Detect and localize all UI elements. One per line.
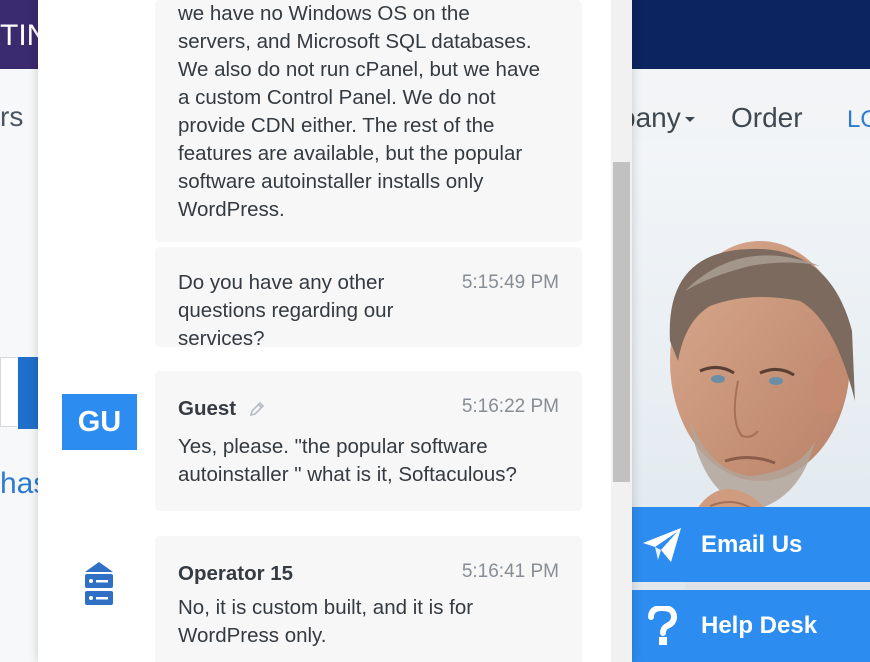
paper-plane-icon: [623, 526, 701, 564]
domain-search-input[interactable]: [0, 357, 17, 427]
message-line: software autoinstaller installs only: [178, 170, 484, 193]
chat-message: Do you have any other questions regardin…: [155, 247, 582, 350]
message-line: we have no Windows OS on the: [178, 2, 470, 25]
chat-message: Guest 5:16:22 PM Yes, please. "the popul…: [155, 371, 582, 511]
message-line: servers, and Microsoft SQL databases.: [178, 30, 532, 53]
message-text: Yes, please. "the popular software autoi…: [178, 435, 517, 486]
help-desk-button[interactable]: Help Desk: [623, 590, 870, 662]
site-logo[interactable]: TIN: [0, 0, 40, 69]
chat-message: Operator 15 5:16:41 PM No, it is custom …: [155, 536, 582, 662]
author-name: Guest: [178, 397, 237, 420]
author-name: Operator 15: [178, 562, 294, 585]
chat-message: we have no Windows OS on the servers, an…: [155, 0, 582, 242]
message-timestamp: 5:15:49 PM: [461, 272, 559, 293]
chat-panel: we have no Windows OS on the servers, an…: [38, 0, 632, 662]
site-content-left: rs has: [0, 69, 40, 662]
message-author: Guest: [178, 395, 266, 423]
email-us-label: Email Us: [701, 530, 803, 558]
hero-man-photo: [630, 141, 870, 662]
message-line: WordPress.: [178, 198, 285, 221]
guest-avatar: GU: [62, 394, 137, 450]
pencil-icon[interactable]: [248, 400, 266, 418]
nav-item-order[interactable]: Order: [731, 102, 803, 134]
nav-item-login[interactable]: LO: [847, 106, 870, 134]
question-mark-icon: [623, 606, 701, 646]
message-text: No, it is custom built, and it is for Wo…: [178, 596, 474, 647]
message-line: a custom Control Panel. We do not: [178, 86, 496, 109]
nav-item-company[interactable]: pany: [630, 102, 695, 134]
message-line: We also do not run cPanel, but we have: [178, 58, 541, 81]
help-desk-label: Help Desk: [701, 612, 818, 639]
email-us-button[interactable]: Email Us: [623, 507, 870, 582]
hero-heading-partial: has: [0, 467, 40, 500]
message-line: provide CDN either. The rest of the: [178, 114, 495, 137]
message-line: features are available, but the popular: [178, 142, 523, 165]
message-text: Do you have any other questions regardin…: [178, 271, 394, 350]
caret-down-icon: [684, 117, 695, 123]
domain-search-button[interactable]: [18, 357, 40, 429]
server-icon: [82, 560, 116, 615]
chat-scrollbar-thumb[interactable]: [613, 162, 630, 482]
message-timestamp: 5:16:41 PM: [461, 561, 559, 582]
message-author: Operator 15: [178, 560, 293, 588]
nav-item-partial[interactable]: rs: [0, 101, 23, 133]
message-timestamp: 5:16:22 PM: [461, 396, 559, 417]
